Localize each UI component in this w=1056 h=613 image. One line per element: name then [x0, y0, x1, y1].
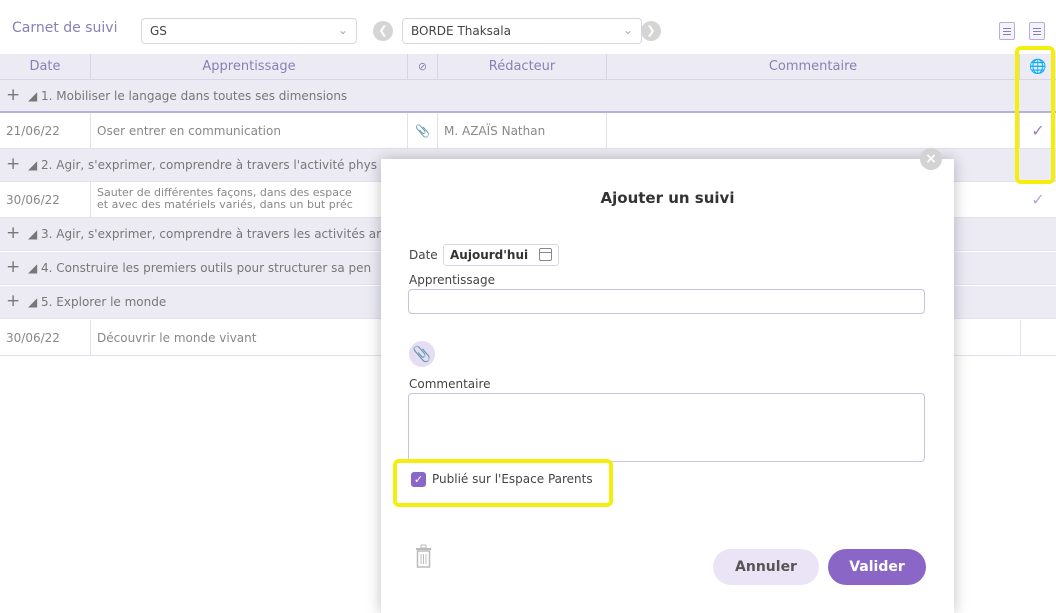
- table-row[interactable]: 21/06/22 Oser entrer en communication 📎 …: [0, 113, 1056, 149]
- paperclip-icon[interactable]: 📎: [408, 113, 438, 148]
- list-view-icon[interactable]: [999, 22, 1015, 40]
- dialog-title: Ajouter un suivi: [600, 189, 735, 207]
- expand-plus-icon[interactable]: +: [6, 154, 20, 174]
- calendar-icon[interactable]: [539, 248, 552, 261]
- row-apprentissage-line: et avec des matériels variés, dans un bu…: [97, 198, 353, 211]
- group-label: ◢ 4. Construire les premiers outils pour…: [28, 261, 372, 275]
- highlight-publish-column: [1015, 46, 1055, 184]
- next-student-button[interactable]: ❯: [641, 21, 661, 41]
- group-label: ◢ 1. Mobiliser le langage dans toutes se…: [28, 89, 348, 103]
- row-apprentissage: Sauter de différentes façons, dans des e…: [91, 182, 408, 217]
- date-field[interactable]: Aujourd'hui: [443, 244, 559, 266]
- expand-plus-icon[interactable]: +: [6, 85, 20, 105]
- date-value: Aujourd'hui: [450, 248, 529, 262]
- add-suivi-dialog: Ajouter un suivi Date Aujourd'hui Appren…: [381, 159, 954, 613]
- toolbar: Carnet de suivi GS ⌄ ❮ BORDE Thaksala ⌄ …: [0, 0, 1056, 54]
- highlight-publish-checkbox: [393, 459, 613, 507]
- row-redacteur: M. AZAÏS Nathan: [438, 113, 607, 148]
- chevron-down-icon: ⌄: [622, 23, 633, 37]
- class-select[interactable]: GS ⌄: [141, 18, 357, 44]
- cancel-button[interactable]: Annuler: [713, 549, 819, 585]
- group-label: ◢ 2. Agir, s'exprimer, comprendre à trav…: [28, 158, 377, 172]
- page-title: Carnet de suivi: [12, 20, 118, 36]
- class-select-value: GS: [150, 24, 167, 38]
- published-check-icon: ✓: [1031, 190, 1045, 209]
- validate-button[interactable]: Valider: [828, 549, 926, 585]
- row-published-cell: [1020, 320, 1056, 355]
- close-icon[interactable]: ×: [920, 148, 942, 170]
- group-label: ◢ 3. Agir, s'exprimer, comprendre à trav…: [28, 227, 382, 241]
- expand-plus-icon[interactable]: +: [6, 223, 20, 243]
- apprentissage-label: Apprentissage: [409, 273, 495, 287]
- table-header: Date Apprentissage ⊘ Rédacteur Commentai…: [0, 54, 1056, 80]
- student-select[interactable]: BORDE Thaksala ⌄: [402, 18, 642, 44]
- column-header-attachment: ⊘: [408, 54, 438, 80]
- commentaire-textarea[interactable]: [408, 393, 925, 462]
- apprentissage-input[interactable]: [408, 289, 925, 314]
- chevron-down-icon: ⌄: [337, 23, 348, 37]
- row-commentaire: [607, 113, 1020, 148]
- row-apprentissage: Oser entrer en communication: [91, 113, 408, 148]
- row-date: 30/06/22: [0, 320, 91, 355]
- paperclip-icon: ⊘: [417, 60, 428, 73]
- row-date: 21/06/22: [0, 113, 91, 148]
- attach-file-button[interactable]: 📎: [409, 341, 435, 367]
- column-header-date[interactable]: Date: [0, 54, 91, 80]
- expand-plus-icon[interactable]: +: [6, 257, 20, 277]
- group-row[interactable]: + ◢ 1. Mobiliser le langage dans toutes …: [0, 80, 1056, 113]
- prev-student-button[interactable]: ❮: [373, 21, 393, 41]
- commentaire-label: Commentaire: [409, 377, 491, 391]
- column-header-commentaire[interactable]: Commentaire: [607, 54, 1020, 80]
- column-header-apprentissage[interactable]: Apprentissage: [91, 54, 408, 80]
- trash-icon[interactable]: [415, 544, 432, 568]
- date-label: Date: [409, 248, 438, 262]
- student-select-value: BORDE Thaksala: [411, 24, 511, 38]
- group-label: ◢ 5. Explorer le monde: [28, 295, 167, 309]
- row-date: 30/06/22: [0, 182, 91, 217]
- expand-plus-icon[interactable]: +: [6, 291, 20, 311]
- print-icon[interactable]: [1029, 22, 1045, 40]
- row-apprentissage: Découvrir le monde vivant: [91, 320, 408, 355]
- column-header-redacteur[interactable]: Rédacteur: [438, 54, 607, 80]
